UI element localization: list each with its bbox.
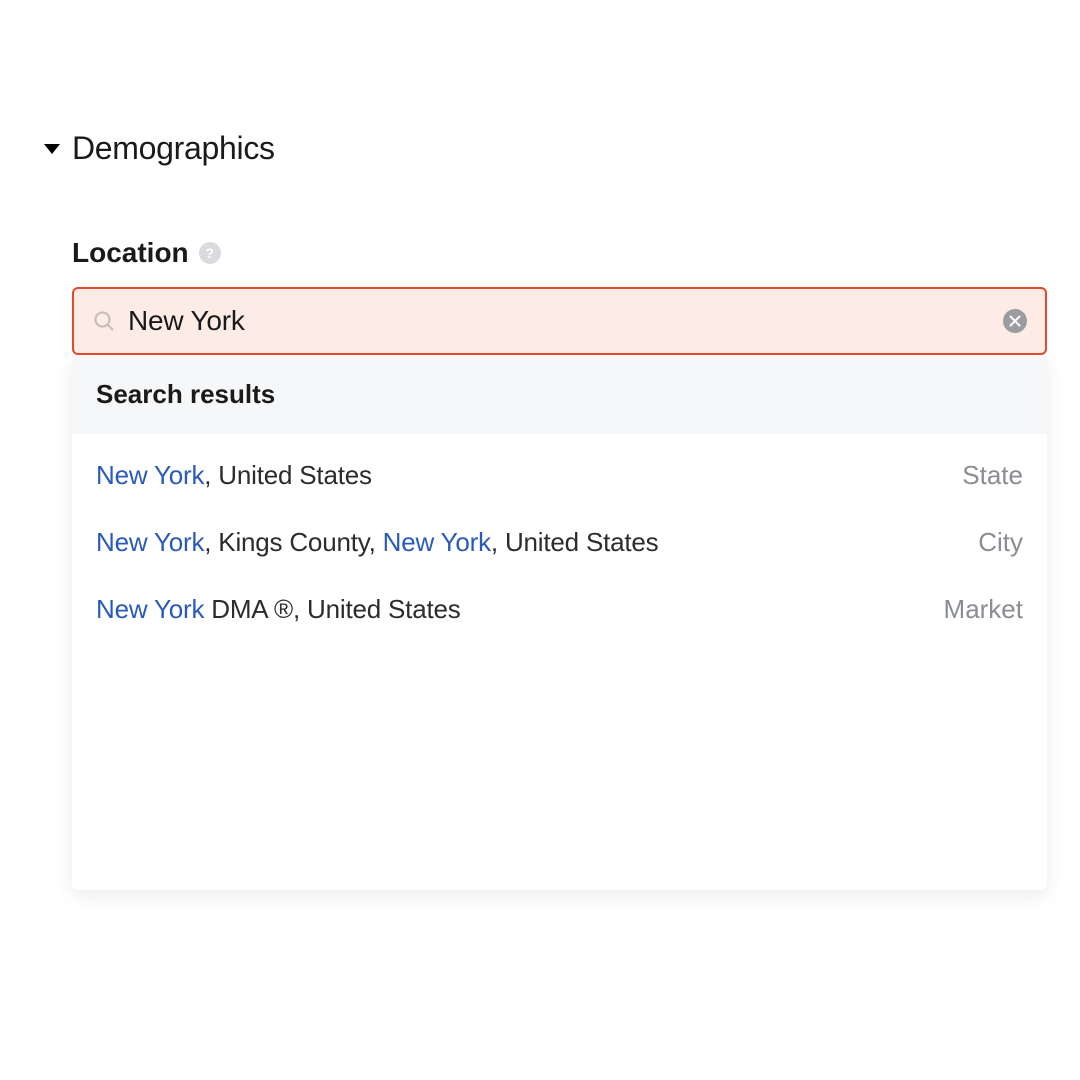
field-label: Location bbox=[72, 237, 189, 269]
result-row[interactable]: New York DMA ®, United States Market bbox=[72, 576, 1047, 643]
location-field-block: Location ? Search results New York, Unit… bbox=[72, 237, 1040, 890]
result-row[interactable]: New York, United States State bbox=[72, 442, 1047, 509]
result-text: New York, United States bbox=[96, 460, 372, 491]
field-label-row: Location ? bbox=[72, 237, 1040, 269]
dropdown-header: Search results bbox=[72, 355, 1047, 434]
clear-icon[interactable] bbox=[1003, 309, 1027, 333]
location-search-input[interactable] bbox=[128, 305, 1003, 337]
section-title: Demographics bbox=[72, 130, 275, 167]
section-header[interactable]: Demographics bbox=[40, 130, 1040, 167]
caret-down-icon bbox=[44, 144, 60, 154]
search-icon bbox=[92, 309, 116, 333]
result-row[interactable]: New York, Kings County, New York, United… bbox=[72, 509, 1047, 576]
result-type: Market bbox=[944, 594, 1023, 625]
results-list: New York, United States State New York, Ki… bbox=[72, 434, 1047, 651]
result-text: New York, Kings County, New York, United… bbox=[96, 527, 658, 558]
dropdown-header-title: Search results bbox=[96, 379, 275, 409]
search-results-dropdown: Search results New York, United States St… bbox=[72, 355, 1047, 890]
location-search-box[interactable] bbox=[72, 287, 1047, 355]
result-text: New York DMA ®, United States bbox=[96, 594, 461, 625]
result-type: City bbox=[978, 527, 1023, 558]
help-icon[interactable]: ? bbox=[199, 242, 221, 264]
result-type: State bbox=[962, 460, 1023, 491]
